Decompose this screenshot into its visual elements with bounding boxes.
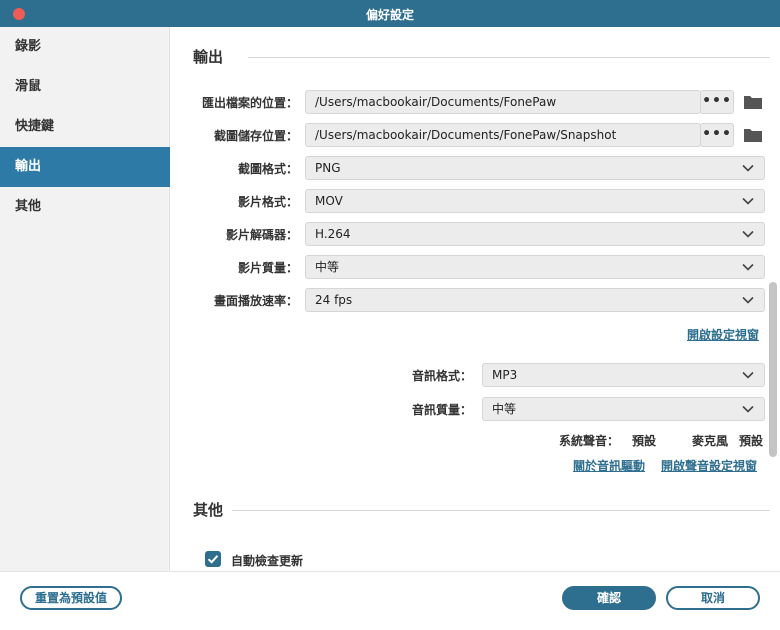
- chevron-down-icon: [742, 405, 754, 413]
- chevron-down-icon: [742, 197, 754, 205]
- title-bar: 偏好設定: [0, 0, 780, 27]
- audio-quality-label: 音訊質量：: [412, 403, 473, 417]
- video-codec-value: H.264: [315, 227, 351, 241]
- video-codec-label: 影片解碼器：: [225, 228, 298, 242]
- screenshot-format-select[interactable]: PNG: [305, 156, 765, 180]
- chevron-down-icon: [742, 263, 754, 271]
- frame-rate-select[interactable]: 24 fps: [305, 288, 765, 312]
- scrollbar-thumb[interactable]: [769, 282, 777, 457]
- video-quality-label: 影片質量：: [237, 261, 298, 275]
- frame-rate-label: 畫面播放速率：: [213, 294, 298, 308]
- sidebar-item-mouse[interactable]: 滑鼠: [0, 67, 170, 107]
- audio-format-select[interactable]: MP3: [482, 363, 765, 387]
- screenshot-location-browse-button[interactable]: •••: [700, 123, 734, 147]
- window-title: 偏好設定: [365, 8, 414, 22]
- audio-quality-select[interactable]: 中等: [482, 397, 765, 421]
- chevron-down-icon: [742, 230, 754, 238]
- video-format-select[interactable]: MOV: [305, 189, 765, 213]
- export-location-browse-button[interactable]: •••: [700, 90, 734, 114]
- microphone-value: 預設: [739, 434, 764, 448]
- sidebar-item-other[interactable]: 其他: [0, 187, 170, 227]
- chevron-down-icon: [742, 371, 754, 379]
- sidebar: 錄影 滑鼠 快捷鍵 輸出 其他: [0, 27, 170, 571]
- video-codec-select[interactable]: H.264: [305, 222, 765, 246]
- export-folder-icon[interactable]: [743, 94, 763, 110]
- screenshot-location-label: 截圖儲存位置：: [213, 129, 298, 143]
- footer-bar: 重置為預設值 確認 取消: [0, 571, 780, 630]
- open-settings-window-link[interactable]: 開啟設定視窗: [687, 326, 759, 343]
- screenshot-location-field[interactable]: /Users/macbookair/Documents/FonePaw/Snap…: [305, 123, 701, 147]
- screenshot-format-value: PNG: [315, 161, 341, 175]
- screenshot-format-label: 截圖格式：: [237, 162, 298, 176]
- sidebar-item-recording[interactable]: 錄影: [0, 27, 170, 67]
- microphone-label: 麥克風: [692, 434, 729, 448]
- confirm-button[interactable]: 確認: [562, 586, 656, 610]
- frame-rate-value: 24 fps: [315, 293, 353, 307]
- system-sound-value: 預設: [632, 434, 657, 448]
- settings-panel: 輸出 匯出檔案的位置： /Users/macbookair/Documents/…: [170, 27, 780, 571]
- chevron-down-icon: [742, 164, 754, 172]
- output-section-divider: [248, 57, 770, 58]
- audio-format-label: 音訊格式：: [412, 369, 473, 383]
- sidebar-item-hotkeys[interactable]: 快捷鍵: [0, 107, 170, 147]
- system-sound-label: 系統聲音：: [559, 434, 620, 448]
- auto-update-checkbox[interactable]: [205, 551, 221, 567]
- video-quality-select[interactable]: 中等: [305, 255, 765, 279]
- audio-quality-value: 中等: [492, 402, 517, 416]
- output-section-title: 輸出: [193, 48, 224, 66]
- open-sound-settings-link[interactable]: 開啟聲音設定視窗: [661, 457, 757, 474]
- audio-format-value: MP3: [492, 368, 518, 382]
- export-location-field[interactable]: /Users/macbookair/Documents/FonePaw: [305, 90, 701, 114]
- about-audio-driver-link[interactable]: 關於音訊驅動: [573, 457, 645, 474]
- auto-update-label: 自動檢查更新: [231, 554, 304, 568]
- other-section-title: 其他: [193, 501, 224, 519]
- cancel-button[interactable]: 取消: [666, 586, 760, 610]
- checkmark-icon: [207, 555, 219, 564]
- video-format-value: MOV: [315, 194, 343, 208]
- screenshot-folder-icon[interactable]: [743, 127, 763, 143]
- sidebar-item-output[interactable]: 輸出: [0, 147, 170, 187]
- other-section-divider: [232, 510, 770, 511]
- export-location-label: 匯出檔案的位置：: [201, 96, 298, 110]
- video-format-label: 影片格式：: [237, 195, 298, 209]
- chevron-down-icon: [742, 296, 754, 304]
- video-quality-value: 中等: [315, 260, 340, 274]
- reset-defaults-button[interactable]: 重置為預設值: [20, 586, 122, 610]
